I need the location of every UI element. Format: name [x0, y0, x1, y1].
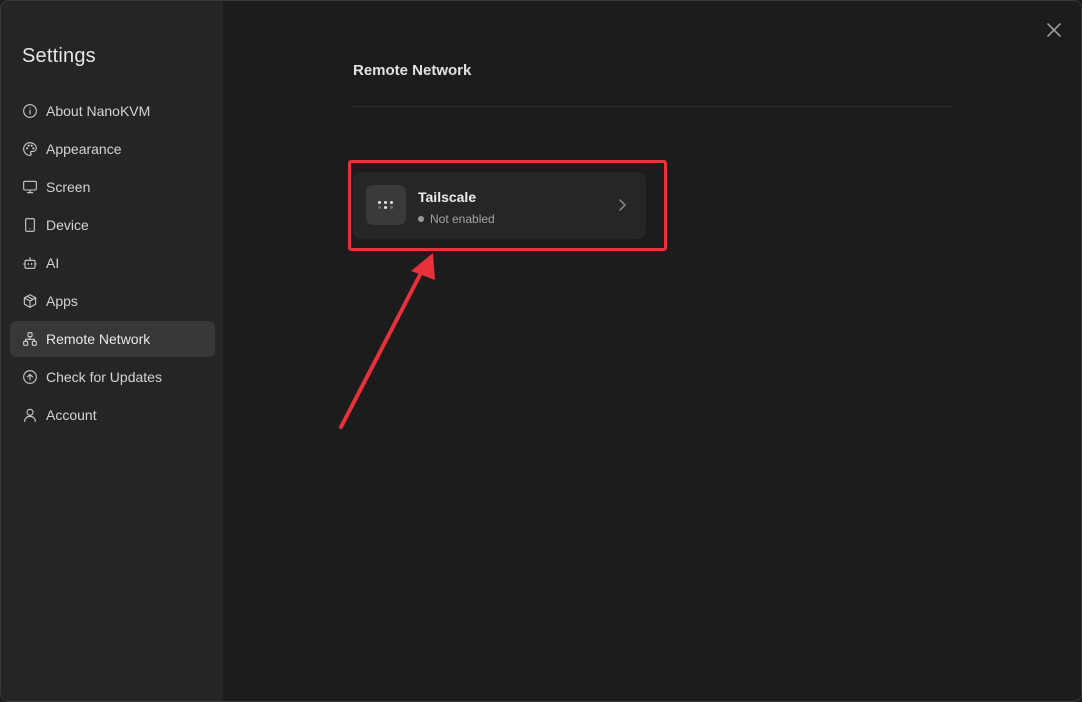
sidebar-item-label: Apps — [46, 293, 78, 309]
network-icon — [22, 331, 38, 347]
sidebar-item-remote-network[interactable]: Remote Network — [10, 321, 215, 357]
sidebar-item-label: About NanoKVM — [46, 103, 151, 119]
sidebar-item-apps[interactable]: Apps — [10, 283, 215, 319]
monitor-icon — [22, 179, 38, 195]
palette-icon — [22, 141, 38, 157]
sidebar-item-appearance[interactable]: Appearance — [10, 131, 215, 167]
sidebar-item-label: Appearance — [46, 141, 122, 157]
sidebar-nav: About NanoKVM Appearance Screen Device A… — [10, 93, 215, 435]
sidebar-item-label: Remote Network — [46, 331, 151, 347]
highlight-box — [348, 160, 667, 251]
sidebar-item-check-updates[interactable]: Check for Updates — [10, 359, 215, 395]
sidebar-title: Settings — [22, 45, 96, 67]
smartphone-icon — [22, 217, 38, 233]
arrow-up-circle-icon — [22, 369, 38, 385]
settings-window: Settings About NanoKVM Appearance Screen — [0, 0, 1082, 702]
sidebar-item-label: Device — [46, 217, 89, 233]
bot-icon — [22, 255, 38, 271]
page-title: Remote Network — [353, 62, 472, 79]
sidebar-item-screen[interactable]: Screen — [10, 169, 215, 205]
main-panel: Remote Network Tailscale Not enabled — [223, 1, 1081, 701]
sidebar-item-label: Account — [46, 407, 97, 423]
sidebar-item-about[interactable]: About NanoKVM — [10, 93, 215, 129]
sidebar: Settings About NanoKVM Appearance Screen — [1, 1, 223, 701]
close-button[interactable] — [1045, 21, 1063, 39]
user-icon — [22, 407, 38, 423]
sidebar-item-label: Check for Updates — [46, 369, 162, 385]
sidebar-item-label: Screen — [46, 179, 91, 195]
close-icon — [1047, 23, 1061, 37]
divider — [353, 106, 953, 107]
package-icon — [22, 293, 38, 309]
sidebar-item-label: AI — [46, 255, 60, 271]
sidebar-item-account[interactable]: Account — [10, 397, 215, 433]
info-icon — [22, 103, 38, 119]
sidebar-item-device[interactable]: Device — [10, 207, 215, 243]
sidebar-item-ai[interactable]: AI — [10, 245, 215, 281]
